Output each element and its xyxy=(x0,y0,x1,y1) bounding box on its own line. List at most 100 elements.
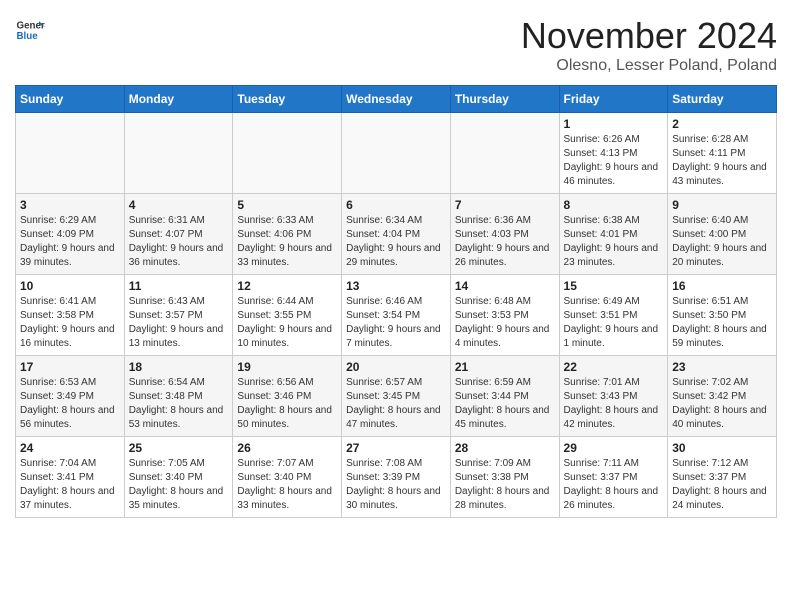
day-info: Sunrise: 7:11 AM Sunset: 3:37 PM Dayligh… xyxy=(564,457,664,513)
day-info: Sunrise: 6:26 AM Sunset: 4:13 PM Dayligh… xyxy=(564,133,664,189)
weekday-header-row: SundayMondayTuesdayWednesdayThursdayFrid… xyxy=(16,86,777,113)
calendar-cell: 28 Sunrise: 7:09 AM Sunset: 3:38 PM Dayli… xyxy=(450,437,559,518)
month-title: November 2024 xyxy=(521,15,777,57)
calendar-cell: 10 Sunrise: 6:41 AM Sunset: 3:58 PM Dayli… xyxy=(16,275,125,356)
calendar-cell: 17 Sunrise: 6:53 AM Sunset: 3:49 PM Dayli… xyxy=(16,356,125,437)
day-number: 13 xyxy=(346,279,446,293)
calendar-cell: 30 Sunrise: 7:12 AM Sunset: 3:37 PM Dayli… xyxy=(668,437,777,518)
calendar-cell: 1 Sunrise: 6:26 AM Sunset: 4:13 PM Daylig… xyxy=(559,113,668,194)
day-info: Sunrise: 6:54 AM Sunset: 3:48 PM Dayligh… xyxy=(129,376,229,432)
day-info: Sunrise: 7:08 AM Sunset: 3:39 PM Dayligh… xyxy=(346,457,446,513)
day-info: Sunrise: 6:31 AM Sunset: 4:07 PM Dayligh… xyxy=(129,214,229,270)
day-info: Sunrise: 6:51 AM Sunset: 3:50 PM Dayligh… xyxy=(672,295,772,351)
day-number: 15 xyxy=(564,279,664,293)
day-info: Sunrise: 6:46 AM Sunset: 3:54 PM Dayligh… xyxy=(346,295,446,351)
day-number: 2 xyxy=(672,117,772,131)
day-info: Sunrise: 6:33 AM Sunset: 4:06 PM Dayligh… xyxy=(237,214,337,270)
day-number: 3 xyxy=(20,198,120,212)
calendar-cell: 15 Sunrise: 6:49 AM Sunset: 3:51 PM Dayli… xyxy=(559,275,668,356)
calendar-cell: 13 Sunrise: 6:46 AM Sunset: 3:54 PM Dayli… xyxy=(342,275,451,356)
day-number: 17 xyxy=(20,360,120,374)
calendar-cell: 3 Sunrise: 6:29 AM Sunset: 4:09 PM Daylig… xyxy=(16,194,125,275)
day-info: Sunrise: 6:56 AM Sunset: 3:46 PM Dayligh… xyxy=(237,376,337,432)
weekday-header-friday: Friday xyxy=(559,86,668,113)
day-info: Sunrise: 6:29 AM Sunset: 4:09 PM Dayligh… xyxy=(20,214,120,270)
day-number: 19 xyxy=(237,360,337,374)
calendar-cell xyxy=(450,113,559,194)
calendar-cell: 8Sunrise: 6:38 AM Sunset: 4:01 PM Daylig… xyxy=(559,194,668,275)
logo-icon: General Blue xyxy=(15,15,45,45)
day-number: 20 xyxy=(346,360,446,374)
day-info: Sunrise: 6:34 AM Sunset: 4:04 PM Dayligh… xyxy=(346,214,446,270)
title-block: November 2024 Olesno, Lesser Poland, Pol… xyxy=(521,15,777,75)
weekday-header-sunday: Sunday xyxy=(16,86,125,113)
calendar-cell: 9 Sunrise: 6:40 AM Sunset: 4:00 PM Daylig… xyxy=(668,194,777,275)
calendar-week-row: 17 Sunrise: 6:53 AM Sunset: 3:49 PM Dayli… xyxy=(16,356,777,437)
day-number: 10 xyxy=(20,279,120,293)
day-info: Sunrise: 7:09 AM Sunset: 3:38 PM Dayligh… xyxy=(455,457,555,513)
day-info: Sunrise: 7:01 AM Sunset: 3:43 PM Dayligh… xyxy=(564,376,664,432)
day-info: Sunrise: 7:07 AM Sunset: 3:40 PM Dayligh… xyxy=(237,457,337,513)
calendar-week-row: 10 Sunrise: 6:41 AM Sunset: 3:58 PM Dayli… xyxy=(16,275,777,356)
day-number: 24 xyxy=(20,441,120,455)
calendar-cell: 18 Sunrise: 6:54 AM Sunset: 3:48 PM Dayli… xyxy=(124,356,233,437)
day-number: 27 xyxy=(346,441,446,455)
day-number: 5 xyxy=(237,198,337,212)
calendar-cell: 11 Sunrise: 6:43 AM Sunset: 3:57 PM Dayli… xyxy=(124,275,233,356)
day-number: 9 xyxy=(672,198,772,212)
day-info: Sunrise: 6:43 AM Sunset: 3:57 PM Dayligh… xyxy=(129,295,229,351)
calendar-cell: 20 Sunrise: 6:57 AM Sunset: 3:45 PM Dayli… xyxy=(342,356,451,437)
day-info: Sunrise: 6:40 AM Sunset: 4:00 PM Dayligh… xyxy=(672,214,772,270)
day-number: 1 xyxy=(564,117,664,131)
day-number: 6 xyxy=(346,198,446,212)
svg-text:General: General xyxy=(17,21,46,32)
calendar-cell xyxy=(124,113,233,194)
day-number: 28 xyxy=(455,441,555,455)
day-info: Sunrise: 7:02 AM Sunset: 3:42 PM Dayligh… xyxy=(672,376,772,432)
calendar-cell: 5 Sunrise: 6:33 AM Sunset: 4:06 PM Daylig… xyxy=(233,194,342,275)
weekday-header-thursday: Thursday xyxy=(450,86,559,113)
calendar-cell xyxy=(342,113,451,194)
calendar-table: SundayMondayTuesdayWednesdayThursdayFrid… xyxy=(15,85,777,518)
day-number: 8 xyxy=(564,198,664,212)
day-number: 11 xyxy=(129,279,229,293)
calendar-cell: 26 Sunrise: 7:07 AM Sunset: 3:40 PM Dayli… xyxy=(233,437,342,518)
day-info: Sunrise: 6:59 AM Sunset: 3:44 PM Dayligh… xyxy=(455,376,555,432)
day-number: 23 xyxy=(672,360,772,374)
day-number: 14 xyxy=(455,279,555,293)
calendar-week-row: 24Sunrise: 7:04 AM Sunset: 3:41 PM Dayli… xyxy=(16,437,777,518)
calendar-week-row: 1 Sunrise: 6:26 AM Sunset: 4:13 PM Daylig… xyxy=(16,113,777,194)
calendar-week-row: 3 Sunrise: 6:29 AM Sunset: 4:09 PM Daylig… xyxy=(16,194,777,275)
day-number: 4 xyxy=(129,198,229,212)
day-number: 30 xyxy=(672,441,772,455)
day-number: 7 xyxy=(455,198,555,212)
calendar-cell: 25Sunrise: 7:05 AM Sunset: 3:40 PM Dayli… xyxy=(124,437,233,518)
weekday-header-wednesday: Wednesday xyxy=(342,86,451,113)
calendar-cell: 6 Sunrise: 6:34 AM Sunset: 4:04 PM Daylig… xyxy=(342,194,451,275)
day-info: Sunrise: 6:41 AM Sunset: 3:58 PM Dayligh… xyxy=(20,295,120,351)
day-info: Sunrise: 6:28 AM Sunset: 4:11 PM Dayligh… xyxy=(672,133,772,189)
day-info: Sunrise: 6:53 AM Sunset: 3:49 PM Dayligh… xyxy=(20,376,120,432)
svg-text:Blue: Blue xyxy=(17,31,39,42)
calendar-cell xyxy=(233,113,342,194)
calendar-cell: 22Sunrise: 7:01 AM Sunset: 3:43 PM Dayli… xyxy=(559,356,668,437)
calendar-cell: 27 Sunrise: 7:08 AM Sunset: 3:39 PM Dayli… xyxy=(342,437,451,518)
day-number: 29 xyxy=(564,441,664,455)
calendar-cell: 7 Sunrise: 6:36 AM Sunset: 4:03 PM Daylig… xyxy=(450,194,559,275)
weekday-header-monday: Monday xyxy=(124,86,233,113)
logo: General Blue xyxy=(15,15,45,45)
day-info: Sunrise: 6:36 AM Sunset: 4:03 PM Dayligh… xyxy=(455,214,555,270)
day-info: Sunrise: 6:49 AM Sunset: 3:51 PM Dayligh… xyxy=(564,295,664,351)
weekday-header-tuesday: Tuesday xyxy=(233,86,342,113)
day-info: Sunrise: 6:57 AM Sunset: 3:45 PM Dayligh… xyxy=(346,376,446,432)
day-info: Sunrise: 7:12 AM Sunset: 3:37 PM Dayligh… xyxy=(672,457,772,513)
page-header: General Blue November 2024 Olesno, Lesse… xyxy=(15,15,777,75)
calendar-cell: 16 Sunrise: 6:51 AM Sunset: 3:50 PM Dayli… xyxy=(668,275,777,356)
day-number: 18 xyxy=(129,360,229,374)
day-number: 16 xyxy=(672,279,772,293)
day-info: Sunrise: 6:44 AM Sunset: 3:55 PM Dayligh… xyxy=(237,295,337,351)
calendar-cell: 24Sunrise: 7:04 AM Sunset: 3:41 PM Dayli… xyxy=(16,437,125,518)
calendar-cell: 12Sunrise: 6:44 AM Sunset: 3:55 PM Dayli… xyxy=(233,275,342,356)
day-number: 26 xyxy=(237,441,337,455)
calendar-cell: 14Sunrise: 6:48 AM Sunset: 3:53 PM Dayli… xyxy=(450,275,559,356)
